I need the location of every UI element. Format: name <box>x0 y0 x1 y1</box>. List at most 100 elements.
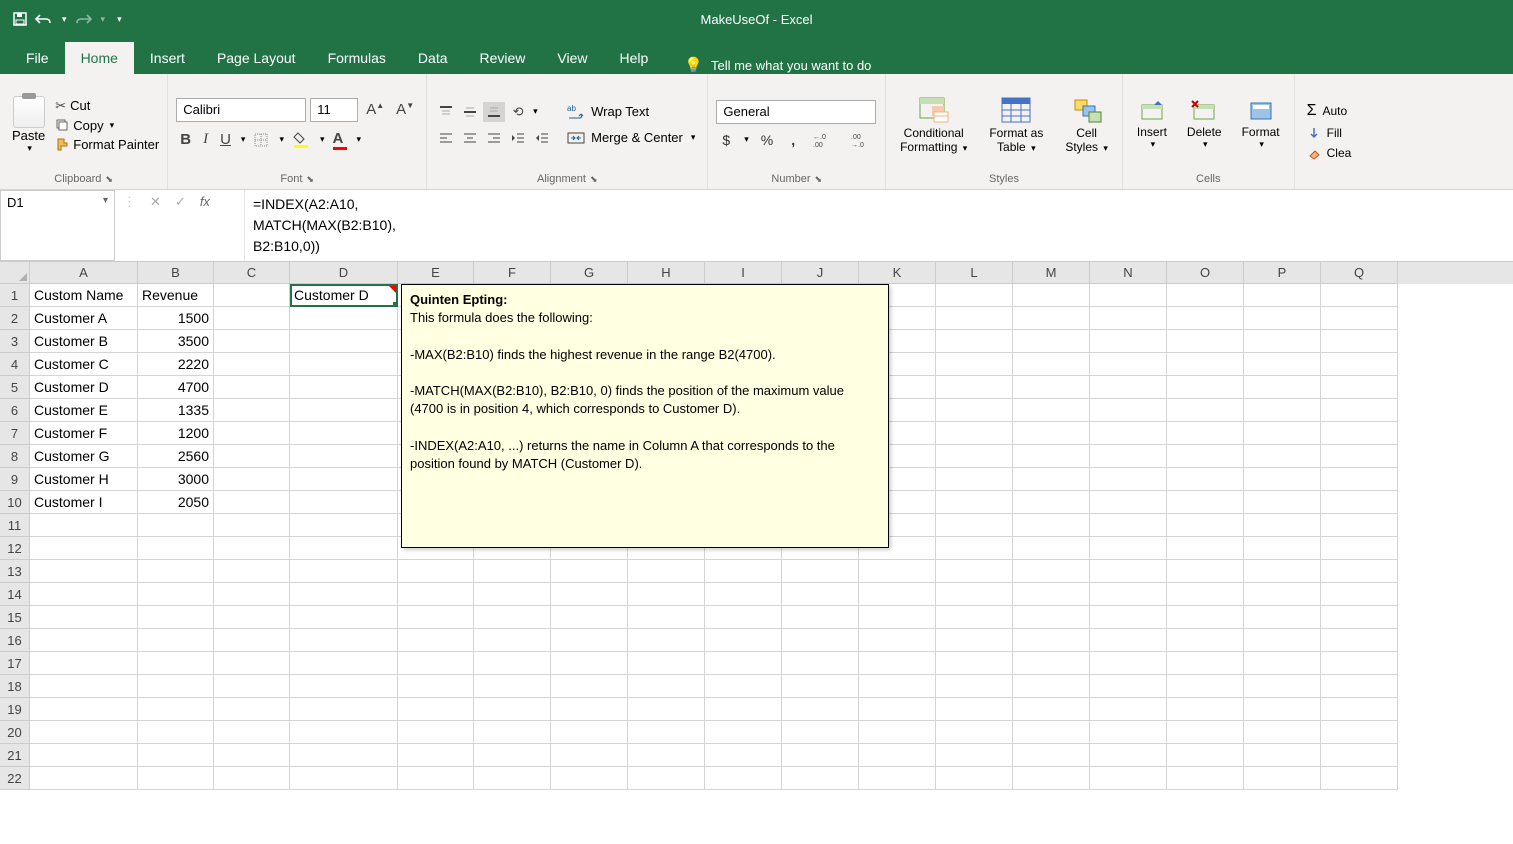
cell-L19[interactable] <box>936 698 1013 721</box>
column-header-K[interactable]: K <box>859 262 936 284</box>
cell-Q10[interactable] <box>1321 491 1398 514</box>
cell-C5[interactable] <box>214 376 290 399</box>
cell-A22[interactable] <box>30 767 138 790</box>
cell-D16[interactable] <box>290 629 398 652</box>
cell-F14[interactable] <box>474 583 551 606</box>
bold-button[interactable]: B <box>176 129 195 150</box>
cell-D4[interactable] <box>290 353 398 376</box>
cell-H21[interactable] <box>628 744 705 767</box>
cell-I20[interactable] <box>705 721 782 744</box>
cell-A1[interactable]: Custom Name <box>30 284 138 307</box>
cell-M2[interactable] <box>1013 307 1090 330</box>
cell-B18[interactable] <box>138 675 214 698</box>
cell-F13[interactable] <box>474 560 551 583</box>
cell-B22[interactable] <box>138 767 214 790</box>
cell-K13[interactable] <box>859 560 936 583</box>
cell-A14[interactable] <box>30 583 138 606</box>
cell-Q7[interactable] <box>1321 422 1398 445</box>
increase-indent-icon[interactable] <box>531 128 553 148</box>
cell-N8[interactable] <box>1090 445 1167 468</box>
cell-J16[interactable] <box>782 629 859 652</box>
cell-D10[interactable] <box>290 491 398 514</box>
chevron-down-icon[interactable]: ▾ <box>241 134 246 145</box>
cell-D7[interactable] <box>290 422 398 445</box>
cell-P20[interactable] <box>1244 721 1321 744</box>
cell-L7[interactable] <box>936 422 1013 445</box>
column-header-M[interactable]: M <box>1013 262 1090 284</box>
cell-H18[interactable] <box>628 675 705 698</box>
cell-B10[interactable]: 2050 <box>138 491 214 514</box>
cell-K17[interactable] <box>859 652 936 675</box>
decrease-font-icon[interactable]: A▼ <box>392 99 418 120</box>
cell-P21[interactable] <box>1244 744 1321 767</box>
paste-button[interactable]: Paste ▾ <box>8 94 49 156</box>
cell-D3[interactable] <box>290 330 398 353</box>
cell-P15[interactable] <box>1244 606 1321 629</box>
cell-N18[interactable] <box>1090 675 1167 698</box>
underline-button[interactable]: U <box>216 129 235 150</box>
cell-C7[interactable] <box>214 422 290 445</box>
cell-I22[interactable] <box>705 767 782 790</box>
cell-E16[interactable] <box>398 629 474 652</box>
cell-P18[interactable] <box>1244 675 1321 698</box>
cell-Q21[interactable] <box>1321 744 1398 767</box>
chevron-down-icon[interactable]: ▾ <box>103 195 108 206</box>
cell-O14[interactable] <box>1167 583 1244 606</box>
cell-A13[interactable] <box>30 560 138 583</box>
percent-button[interactable]: % <box>755 130 779 150</box>
comma-button[interactable]: , <box>785 130 801 150</box>
cell-B2[interactable]: 1500 <box>138 307 214 330</box>
tab-view[interactable]: View <box>541 42 603 74</box>
cell-M16[interactable] <box>1013 629 1090 652</box>
align-top-icon[interactable] <box>435 102 457 122</box>
cell-N1[interactable] <box>1090 284 1167 307</box>
dialog-launcher-icon[interactable]: ⬊ <box>105 174 113 185</box>
cell-A10[interactable]: Customer I <box>30 491 138 514</box>
font-size-select[interactable] <box>310 98 358 122</box>
dialog-launcher-icon[interactable]: ⬊ <box>815 174 823 185</box>
cell-D15[interactable] <box>290 606 398 629</box>
cell-Q17[interactable] <box>1321 652 1398 675</box>
formula-input[interactable]: =INDEX(A2:A10, MATCH(MAX(B2:B10), B2:B10… <box>245 190 1513 261</box>
cell-H13[interactable] <box>628 560 705 583</box>
cell-P22[interactable] <box>1244 767 1321 790</box>
row-header-22[interactable]: 22 <box>0 767 30 790</box>
align-right-icon[interactable] <box>483 128 505 148</box>
autosum-button[interactable]: Σ Auto <box>1303 101 1356 121</box>
cell-E18[interactable] <box>398 675 474 698</box>
cell-G17[interactable] <box>551 652 628 675</box>
column-header-D[interactable]: D <box>290 262 398 284</box>
cell-B17[interactable] <box>138 652 214 675</box>
column-header-I[interactable]: I <box>705 262 782 284</box>
cell-K22[interactable] <box>859 767 936 790</box>
cell-O4[interactable] <box>1167 353 1244 376</box>
cell-P12[interactable] <box>1244 537 1321 560</box>
cell-J21[interactable] <box>782 744 859 767</box>
cell-A9[interactable]: Customer H <box>30 468 138 491</box>
save-icon[interactable] <box>12 11 28 27</box>
cut-button[interactable]: ✂ Cut <box>55 98 159 114</box>
cell-H15[interactable] <box>628 606 705 629</box>
cell-I14[interactable] <box>705 583 782 606</box>
cell-N7[interactable] <box>1090 422 1167 445</box>
cell-O20[interactable] <box>1167 721 1244 744</box>
cell-P9[interactable] <box>1244 468 1321 491</box>
cell-O8[interactable] <box>1167 445 1244 468</box>
cell-P10[interactable] <box>1244 491 1321 514</box>
cell-J20[interactable] <box>782 721 859 744</box>
cell-O16[interactable] <box>1167 629 1244 652</box>
cell-B3[interactable]: 3500 <box>138 330 214 353</box>
cell-Q22[interactable] <box>1321 767 1398 790</box>
cell-P1[interactable] <box>1244 284 1321 307</box>
cell-G19[interactable] <box>551 698 628 721</box>
row-header-14[interactable]: 14 <box>0 583 30 606</box>
cell-L20[interactable] <box>936 721 1013 744</box>
cell-A8[interactable]: Customer G <box>30 445 138 468</box>
cell-A11[interactable] <box>30 514 138 537</box>
cell-B14[interactable] <box>138 583 214 606</box>
fill-button[interactable]: Fill <box>1303 125 1356 141</box>
cell-B5[interactable]: 4700 <box>138 376 214 399</box>
cell-B19[interactable] <box>138 698 214 721</box>
cell-K19[interactable] <box>859 698 936 721</box>
column-header-O[interactable]: O <box>1167 262 1244 284</box>
